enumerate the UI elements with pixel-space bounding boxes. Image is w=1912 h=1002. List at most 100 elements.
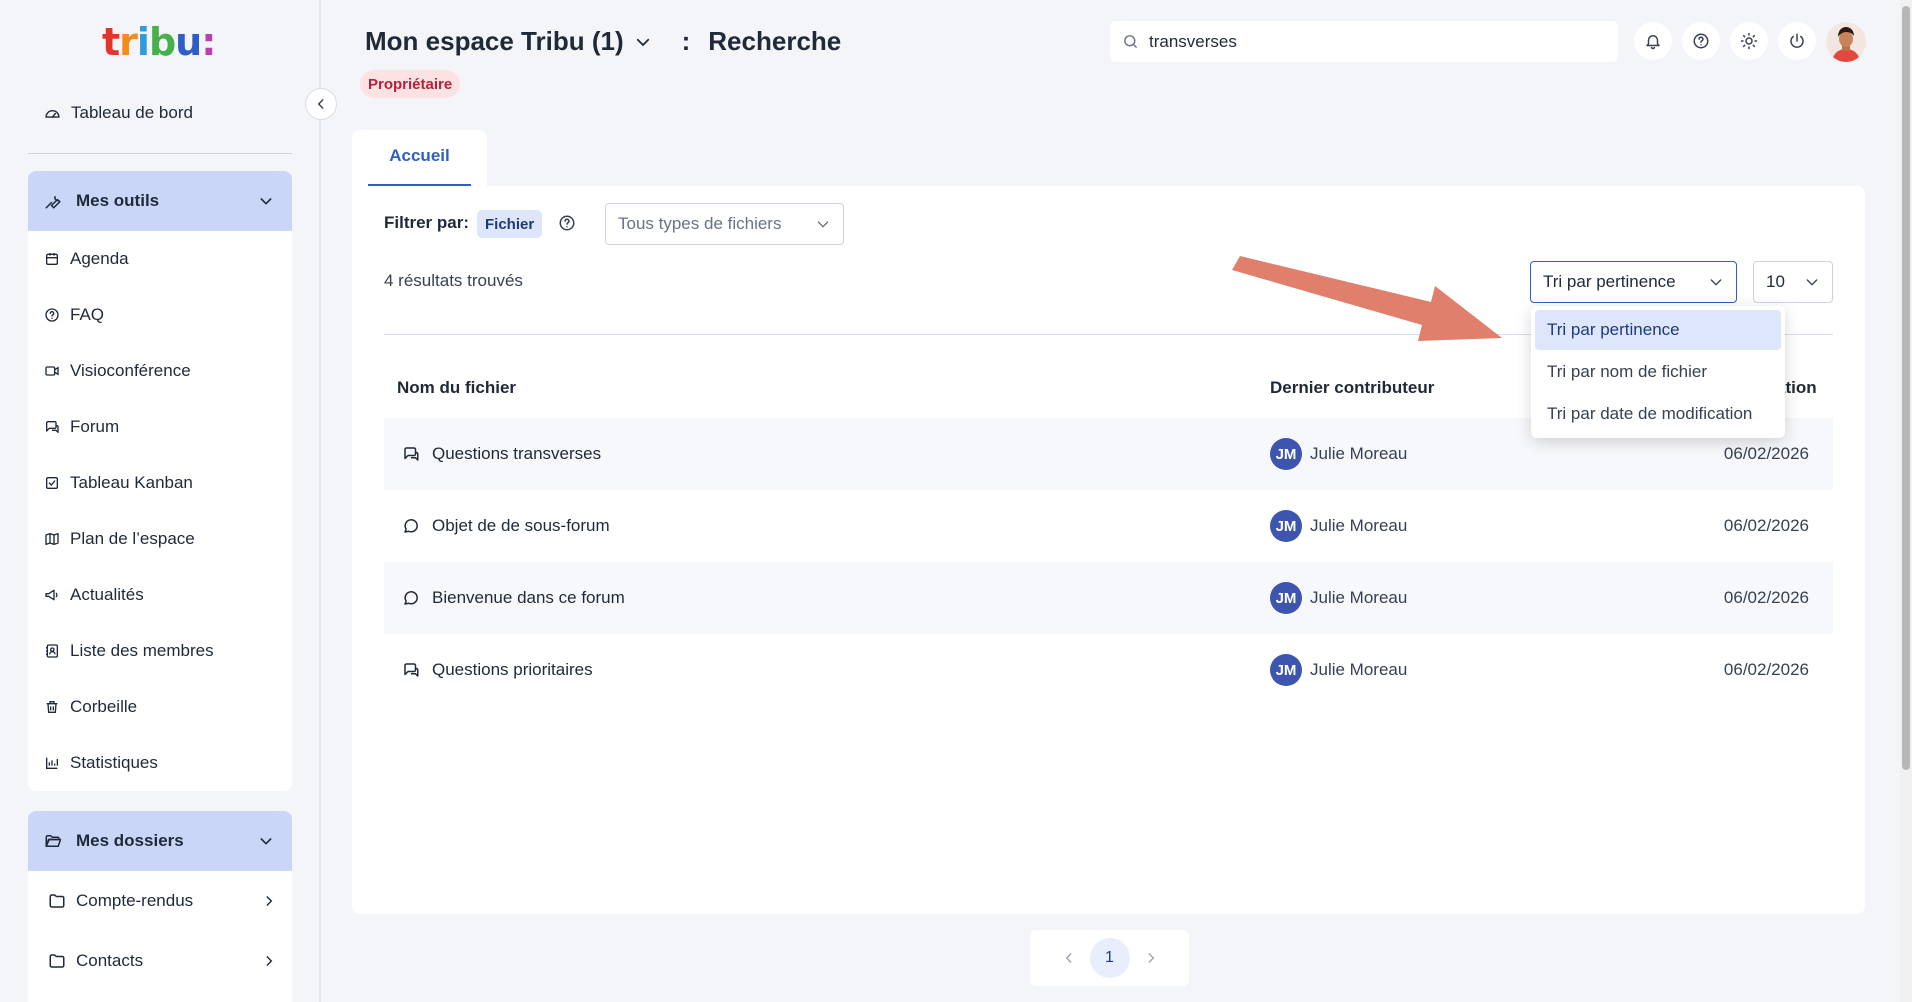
folder-item-contacts[interactable]: Contacts: [28, 931, 292, 991]
contacts-icon: [44, 643, 60, 659]
theme-toggle-button[interactable]: [1730, 22, 1768, 60]
forum-icon: [402, 445, 420, 463]
modified-date: 06/02/2026: [1723, 660, 1809, 679]
forum-icon: [44, 419, 60, 435]
folder-item-label: Compte-rendus: [76, 891, 194, 910]
page-title: Mon espace Tribu (1) : Recherche: [365, 26, 841, 57]
filter-chip-file[interactable]: Fichier: [477, 210, 543, 238]
previous-page-icon[interactable]: [1062, 951, 1076, 965]
megaphone-icon: [44, 587, 60, 603]
space-switcher-chevron-icon[interactable]: [634, 33, 652, 51]
logout-button[interactable]: [1778, 22, 1816, 60]
sidebar-item-space-map[interactable]: Plan de l’espace: [28, 511, 292, 567]
title-separator: :: [681, 26, 691, 56]
table-row[interactable]: Bienvenue dans ce forum JM Julie Moreau …: [384, 562, 1833, 634]
search-input[interactable]: [1149, 31, 1606, 52]
chevron-down-icon: [258, 193, 274, 209]
column-header-contributor[interactable]: Dernier contributeur: [1270, 378, 1434, 398]
tribu-logo[interactable]: tribu:: [102, 20, 216, 64]
sidebar-item-label: Corbeille: [70, 697, 138, 716]
table-row[interactable]: Questions prioritaires JM Julie Moreau 0…: [384, 634, 1833, 706]
chevron-down-icon: [815, 216, 831, 232]
chart-icon: [44, 755, 60, 771]
file-name[interactable]: Questions prioritaires: [432, 660, 593, 680]
next-page-icon[interactable]: [1144, 951, 1158, 965]
results-count: 4 résultats trouvés: [384, 271, 523, 290]
column-header-file[interactable]: Nom du fichier: [397, 378, 516, 398]
map-icon: [44, 531, 60, 547]
chevron-down-icon: [1708, 274, 1724, 290]
scrollbar-thumb[interactable]: [1902, 6, 1910, 770]
page-name: Recherche: [708, 26, 842, 56]
folder-icon: [48, 952, 66, 970]
sidebar-item-members[interactable]: Liste des membres: [28, 623, 292, 679]
modified-date: 06/02/2026: [1723, 516, 1809, 535]
chat-bubble-icon: [402, 517, 420, 535]
folder-icon: [48, 892, 66, 910]
search-icon: [1122, 33, 1139, 50]
sidebar-item-forum[interactable]: Forum: [28, 399, 292, 455]
tab-accueil[interactable]: Accueil: [352, 130, 487, 186]
contributor-avatar: JM: [1270, 654, 1302, 686]
folder-item-compte-rendus[interactable]: Compte-rendus: [28, 871, 292, 931]
sidebar-item-news[interactable]: Actualités: [28, 567, 292, 623]
calendar-icon: [44, 251, 60, 267]
tools-section-title: Mes outils: [76, 191, 160, 210]
sun-icon: [1740, 32, 1758, 50]
collapse-sidebar-button[interactable]: [305, 88, 337, 120]
modified-date: 06/02/2026: [1723, 588, 1809, 607]
power-icon: [1788, 32, 1806, 50]
sidebar-item-dashboard[interactable]: Tableau de bord: [44, 100, 193, 126]
chevron-right-icon: [262, 894, 276, 908]
chevron-down-icon: [1804, 274, 1820, 290]
chevron-right-icon: [262, 954, 276, 968]
sidebar-item-statistics[interactable]: Statistiques: [28, 735, 292, 791]
table-row[interactable]: Objet de de sous-forum JM Julie Moreau 0…: [384, 490, 1833, 562]
chevron-left-icon: [314, 97, 328, 111]
notifications-button[interactable]: [1634, 22, 1672, 60]
folders-section-toggle[interactable]: Mes dossiers: [28, 811, 292, 871]
sidebar-item-label: Agenda: [70, 249, 129, 268]
contributor-name: Julie Moreau: [1310, 516, 1408, 535]
sort-dropdown-menu: Tri par pertinence Tri par nom de fichie…: [1531, 306, 1785, 438]
modified-date: 06/02/2026: [1723, 444, 1809, 463]
user-avatar[interactable]: [1826, 22, 1866, 62]
folders-section: Mes dossiers Compte-rendus Contacts: [28, 811, 292, 1002]
sort-option-modified-date[interactable]: Tri par date de modification: [1535, 394, 1781, 434]
sort-select[interactable]: Tri par pertinence: [1530, 261, 1737, 303]
sidebar-item-videoconference[interactable]: Visioconférence: [28, 343, 292, 399]
role-badge: Propriétaire: [360, 70, 461, 98]
wrench-icon: [44, 192, 62, 210]
file-name[interactable]: Questions transverses: [432, 444, 601, 464]
checkbox-icon: [44, 475, 60, 491]
pagination: 1: [1030, 930, 1189, 986]
filter-help-icon[interactable]: [558, 214, 576, 232]
tools-list: Agenda FAQ Visioconférence Forum Tableau…: [28, 231, 292, 791]
tools-section-toggle[interactable]: Mes outils: [28, 171, 292, 231]
sort-option-filename[interactable]: Tri par nom de fichier: [1535, 352, 1781, 392]
sort-option-relevance[interactable]: Tri par pertinence: [1535, 310, 1781, 350]
sidebar-item-trash[interactable]: Corbeille: [28, 679, 292, 735]
sidebar-item-label: Actualités: [70, 585, 144, 604]
trash-icon: [44, 699, 60, 715]
file-name[interactable]: Objet de de sous-forum: [432, 516, 610, 536]
sidebar-item-kanban[interactable]: Tableau Kanban: [28, 455, 292, 511]
active-tab-indicator: [368, 184, 471, 186]
sidebar: tribu: Tableau de bord Mes outils Agenda: [0, 0, 321, 1002]
help-button[interactable]: [1682, 22, 1720, 60]
space-name[interactable]: Mon espace Tribu (1): [365, 26, 624, 57]
file-name[interactable]: Bienvenue dans ce forum: [432, 588, 625, 608]
sidebar-item-label: FAQ: [70, 305, 105, 324]
sidebar-item-faq[interactable]: FAQ: [28, 287, 292, 343]
page-size-value: 10: [1766, 272, 1785, 291]
file-type-select[interactable]: Tous types de fichiers: [605, 203, 844, 245]
dashboard-gauge-icon: [44, 105, 61, 122]
tools-section: Mes outils Agenda FAQ Visioconférence Fo…: [28, 171, 292, 791]
chevron-down-icon: [258, 833, 274, 849]
page-size-select[interactable]: 10: [1753, 261, 1833, 303]
help-circle-icon: [1692, 32, 1710, 50]
contributor-avatar: JM: [1270, 438, 1302, 470]
page-number[interactable]: 1: [1089, 938, 1130, 978]
sidebar-item-label: Visioconférence: [70, 361, 191, 380]
sidebar-item-agenda[interactable]: Agenda: [28, 231, 292, 287]
